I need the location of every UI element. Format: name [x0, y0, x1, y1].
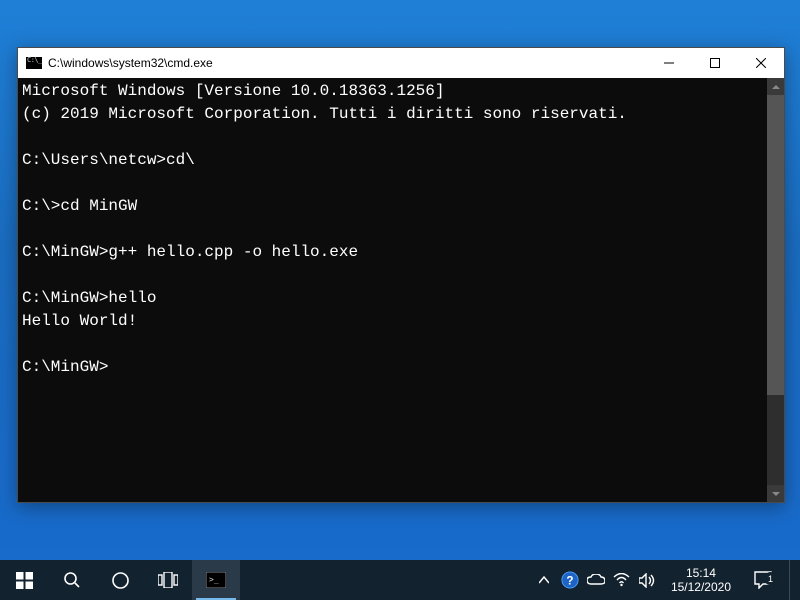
- terminal-output[interactable]: Microsoft Windows [Versione 10.0.18363.1…: [18, 78, 767, 502]
- titlebar[interactable]: C:\windows\system32\cmd.exe: [18, 48, 784, 78]
- tray-chevron-up-icon[interactable]: [535, 571, 553, 589]
- cmd-window: C:\windows\system32\cmd.exe Microsoft Wi…: [17, 47, 785, 503]
- onedrive-icon[interactable]: [587, 571, 605, 589]
- taskbar-spacer: [240, 560, 535, 600]
- terminal-line: (c) 2019 Microsoft Corporation. Tutti i …: [22, 103, 763, 126]
- show-desktop-button[interactable]: [789, 560, 796, 600]
- taskbar-left: >_: [0, 560, 240, 600]
- maximize-button[interactable]: [692, 48, 738, 78]
- cmd-icon: [26, 57, 42, 69]
- help-icon[interactable]: ?: [561, 571, 579, 589]
- close-button[interactable]: [738, 48, 784, 78]
- svg-text:>_: >_: [209, 575, 219, 584]
- terminal-line: C:\MinGW>g++ hello.cpp -o hello.exe: [22, 241, 763, 264]
- taskbar: >_ ?: [0, 560, 800, 600]
- terminal-line: [22, 172, 763, 195]
- terminal-line: [22, 333, 763, 356]
- wifi-icon[interactable]: [613, 571, 631, 589]
- scroll-thumb[interactable]: [767, 95, 784, 395]
- clock-date: 15/12/2020: [671, 580, 731, 594]
- volume-icon[interactable]: [639, 571, 657, 589]
- terminal-line: Hello World!: [22, 310, 763, 333]
- terminal-line: C:\>cd MinGW: [22, 195, 763, 218]
- scrollbar[interactable]: [767, 78, 784, 502]
- taskbar-right: ? 15:14 15/12/2020: [535, 560, 800, 600]
- terminal-line: [22, 264, 763, 287]
- taskbar-app-cmd[interactable]: >_: [192, 560, 240, 600]
- desktop: C:\windows\system32\cmd.exe Microsoft Wi…: [0, 0, 800, 560]
- scroll-down-button[interactable]: [767, 485, 784, 502]
- terminal-line: [22, 126, 763, 149]
- terminal-line: C:\MinGW>hello: [22, 287, 763, 310]
- svg-text:?: ?: [566, 575, 573, 588]
- notification-badge: 1: [764, 572, 777, 585]
- scroll-up-button[interactable]: [767, 78, 784, 95]
- start-button[interactable]: [0, 560, 48, 600]
- action-center-button[interactable]: 1: [745, 571, 781, 589]
- terminal-line: [22, 218, 763, 241]
- cortana-button[interactable]: [96, 560, 144, 600]
- clock[interactable]: 15:14 15/12/2020: [665, 566, 737, 594]
- terminal-area: Microsoft Windows [Versione 10.0.18363.1…: [18, 78, 784, 502]
- task-view-button[interactable]: [144, 560, 192, 600]
- window-title: C:\windows\system32\cmd.exe: [48, 56, 646, 70]
- terminal-line: C:\Users\netcw>cd\: [22, 149, 763, 172]
- terminal-line: C:\MinGW>: [22, 356, 763, 379]
- minimize-button[interactable]: [646, 48, 692, 78]
- search-button[interactable]: [48, 560, 96, 600]
- terminal-line: Microsoft Windows [Versione 10.0.18363.1…: [22, 80, 763, 103]
- window-controls: [646, 48, 784, 78]
- clock-time: 15:14: [671, 566, 731, 580]
